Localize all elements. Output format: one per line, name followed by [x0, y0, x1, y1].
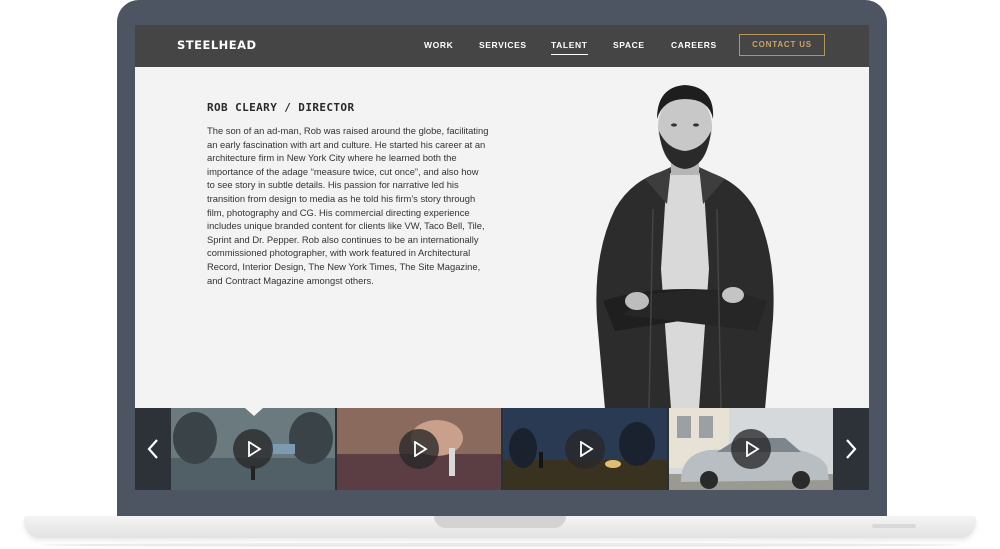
bio-line: importance of the adage “measure twice, …	[207, 165, 479, 177]
talent-name-title: ROB CLEARY / DIRECTOR	[207, 101, 355, 114]
bio-line: transition from design to media as he to…	[207, 192, 476, 204]
bio-line: Record, Interior Design, The New York Ti…	[207, 260, 481, 272]
bio-line: to see story in subtle details. His pass…	[207, 179, 459, 191]
play-button[interactable]	[731, 429, 771, 469]
play-icon	[746, 441, 760, 457]
bio-line: Sprint and Dr. Pepper. Rob also continue…	[207, 233, 479, 245]
play-button[interactable]	[565, 429, 605, 469]
chevron-right-icon	[846, 439, 857, 459]
nav-talent[interactable]: TALENT	[551, 40, 588, 55]
video-thumbnail[interactable]	[669, 408, 833, 490]
laptop-shadow	[40, 543, 960, 547]
bio-line: includes unique branded content for clie…	[207, 220, 485, 232]
play-icon	[580, 441, 594, 457]
bio-line: an early fascination with art and cultur…	[207, 138, 486, 150]
contact-us-button[interactable]: CONTACT US	[739, 34, 825, 56]
strip-prev-button[interactable]	[135, 408, 171, 490]
nav-work[interactable]: WORK	[424, 40, 453, 54]
bio-line: The son of an ad-man, Rob was raised aro…	[207, 125, 489, 136]
active-thumbnail-indicator	[245, 408, 263, 416]
bio-line: architecture firm in New York City where…	[207, 152, 457, 164]
talent-portrait	[596, 85, 774, 409]
play-icon	[414, 441, 428, 457]
website-screen: STEELHEAD WORK SERVICES TALENT SPACE CAR…	[135, 25, 869, 490]
bio-line: and Contract Magazine amongst others.	[207, 274, 374, 286]
video-thumbnail[interactable]	[337, 408, 501, 490]
nav-services[interactable]: SERVICES	[479, 40, 527, 54]
talent-bio: The son of an ad-man, Rob was raised aro…	[207, 124, 507, 287]
top-navbar: STEELHEAD WORK SERVICES TALENT SPACE CAR…	[135, 25, 869, 67]
laptop-slit	[872, 524, 916, 528]
steelhead-logo[interactable]: STEELHEAD	[177, 38, 257, 52]
video-thumbnail[interactable]	[171, 408, 335, 490]
chevron-left-icon	[147, 439, 158, 459]
bio-line: film, photography and CG. His commercial…	[207, 206, 470, 218]
laptop-base	[24, 516, 976, 538]
bio-line: commissioned photographer, with work fea…	[207, 247, 471, 259]
play-button[interactable]	[233, 429, 273, 469]
video-thumbnail-strip	[135, 408, 869, 490]
laptop-notch	[434, 516, 566, 528]
play-button[interactable]	[399, 429, 439, 469]
nav-space[interactable]: SPACE	[613, 40, 645, 54]
video-thumbnail[interactable]	[503, 408, 667, 490]
nav-careers[interactable]: CAREERS	[671, 40, 717, 54]
play-icon	[248, 441, 262, 457]
strip-next-button[interactable]	[833, 408, 869, 490]
